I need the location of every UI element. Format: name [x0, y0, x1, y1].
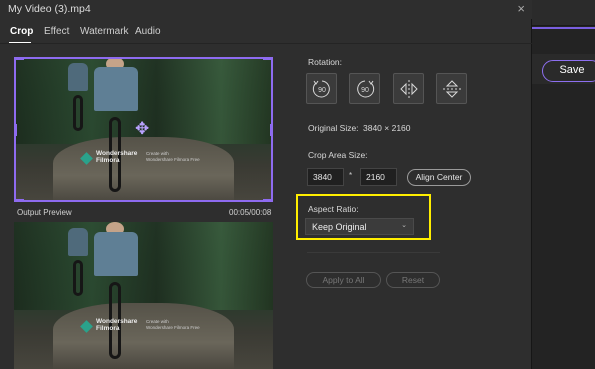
crop-handle-top-right[interactable]: [263, 57, 273, 60]
crop-handle-bottom-left[interactable]: [14, 199, 24, 202]
crop-width-input[interactable]: 3840: [307, 168, 344, 186]
crop-handle-right[interactable]: [270, 124, 273, 136]
crop-handle-left[interactable]: [14, 124, 17, 136]
timecode: 00:05/00:08: [229, 208, 272, 217]
background-accent-line: [532, 27, 595, 29]
crop-handle-top-left[interactable]: [14, 57, 24, 60]
output-preview-video: Wondershare Filmora Create with Wondersh…: [14, 222, 273, 369]
tab-watermark[interactable]: Watermark: [80, 26, 129, 37]
flip-horizontal-icon: [400, 80, 418, 98]
svg-text:90: 90: [318, 87, 326, 94]
flip-horizontal-button[interactable]: [393, 73, 424, 104]
flip-vertical-button[interactable]: [436, 73, 467, 104]
save-button[interactable]: Save: [542, 60, 595, 82]
flip-vertical-icon: [443, 80, 461, 98]
chevron-down-icon: ⌄: [401, 222, 407, 229]
aspect-ratio-select[interactable]: Keep Original ⌄: [305, 218, 414, 235]
tab-crop[interactable]: Crop: [10, 26, 33, 37]
rotate-right-button[interactable]: 90: [349, 73, 380, 104]
rotation-label: Rotation:: [308, 57, 343, 67]
tab-effect[interactable]: Effect: [44, 26, 69, 37]
move-crosshair-icon[interactable]: ✥: [135, 120, 149, 137]
rotate-right-icon: 90: [357, 80, 375, 98]
dimension-separator: *: [349, 171, 353, 180]
apply-to-all-button[interactable]: Apply to All: [306, 272, 381, 288]
rotate-left-button[interactable]: 90: [306, 73, 337, 104]
panel-divider: [307, 252, 440, 253]
aspect-ratio-label: Aspect Ratio:: [308, 204, 359, 214]
original-size-value: 3840 × 2160: [363, 123, 411, 133]
tabs-divider: [0, 43, 532, 44]
align-center-button[interactable]: Align Center: [407, 169, 471, 186]
background-toolbar: [532, 0, 595, 26]
background-app: Save: [532, 0, 595, 369]
crop-handle-bottom-right[interactable]: [263, 199, 273, 202]
svg-text:90: 90: [361, 87, 369, 94]
reset-button[interactable]: Reset: [386, 272, 440, 288]
crop-dialog: My Video (3).mp4 × Crop Effect Watermark…: [0, 0, 532, 369]
crop-height-input[interactable]: 2160: [360, 168, 397, 186]
aspect-ratio-value: Keep Original: [312, 222, 367, 232]
original-size-label: Original Size:: [308, 123, 359, 133]
output-watermark-brand: Wondershare Filmora: [96, 318, 138, 332]
close-icon[interactable]: ×: [517, 1, 525, 16]
rotate-left-icon: 90: [312, 80, 330, 98]
window-title: My Video (3).mp4: [8, 3, 91, 15]
title-bar: My Video (3).mp4 ×: [0, 0, 532, 19]
output-preview-label: Output Preview: [17, 208, 72, 217]
tab-audio[interactable]: Audio: [135, 26, 161, 37]
crop-area-label: Crop Area Size:: [308, 150, 368, 160]
tab-bar: Crop Effect Watermark Audio: [0, 22, 532, 44]
output-watermark-caption: Create with Wondershare Filmora Free: [146, 319, 200, 330]
